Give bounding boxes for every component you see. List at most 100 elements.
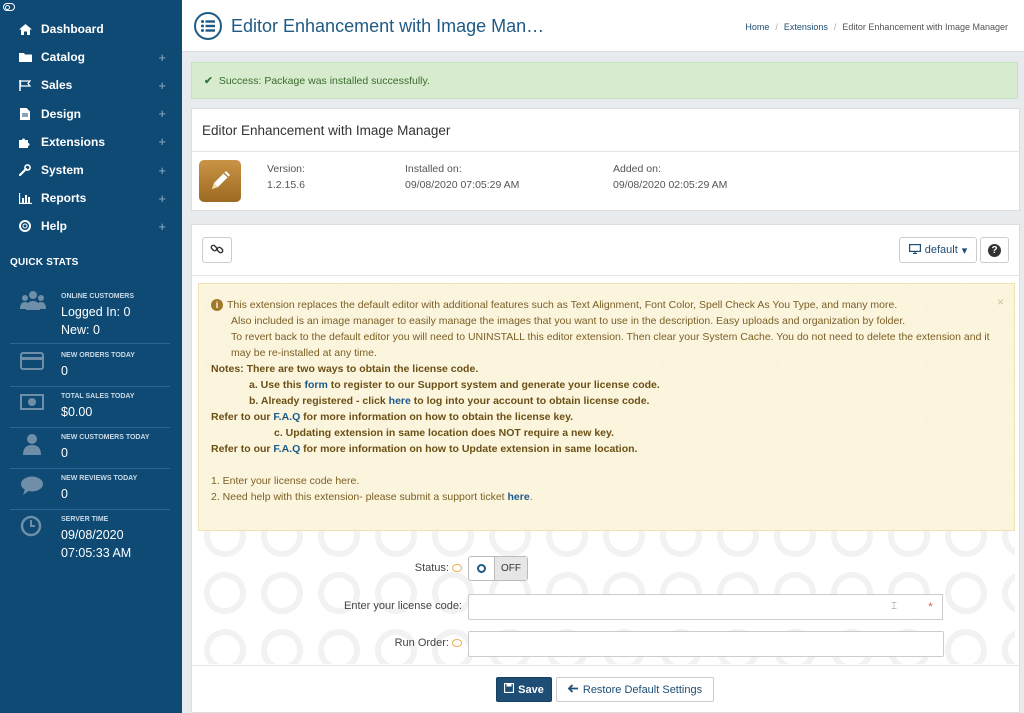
- breadcrumb-separator: /: [775, 22, 778, 32]
- help-button[interactable]: ?: [980, 237, 1009, 263]
- installed-value: 09/08/2020 07:05:29 AM: [405, 179, 520, 191]
- comment-icon: [20, 476, 44, 500]
- status-toggle[interactable]: OFF: [468, 556, 528, 581]
- expand-icon[interactable]: +: [158, 219, 166, 234]
- version-block: Version: 1.2.15.6: [267, 161, 305, 193]
- lifebuoy-icon: [18, 220, 32, 233]
- faq-link[interactable]: F.A.Q: [273, 411, 300, 423]
- user-icon: [20, 433, 44, 457]
- bar-chart-icon: [18, 192, 32, 204]
- stat-online-customers: ONLINE CUSTOMERS Logged In: 0 New: 0: [10, 284, 170, 344]
- note-text: b. Already registered - click: [249, 395, 389, 407]
- success-alert: ✔ Success: Package was installed success…: [191, 62, 1018, 99]
- settings-panel: default ▾ ? × i This extension replaces t…: [191, 224, 1020, 713]
- users-icon: [20, 290, 46, 314]
- note-text: for more information on how to Update ex…: [300, 443, 638, 455]
- sidebar-item-label: Reports: [41, 191, 87, 206]
- sidebar-item-help[interactable]: Help +: [0, 212, 182, 240]
- sidebar-item-label: Help: [41, 219, 68, 234]
- sidebar-item-label: Design: [41, 106, 82, 121]
- login-here-link[interactable]: here: [389, 395, 411, 407]
- note-text: Refer to our: [211, 411, 274, 423]
- clock-icon: [20, 515, 44, 539]
- breadcrumb-home[interactable]: Home: [745, 22, 769, 32]
- step-2: 2. Need help with this extension- please…: [211, 489, 1004, 505]
- sidebar-item-catalog[interactable]: Catalog +: [0, 43, 182, 71]
- expand-icon[interactable]: +: [158, 78, 166, 93]
- link-button[interactable]: [202, 237, 232, 263]
- run-order-label: Run Order:: [342, 637, 462, 649]
- stat-value: $0.00: [61, 405, 93, 419]
- note-text: for more information on how to obtain th…: [300, 411, 574, 423]
- circle-icon: [477, 564, 486, 573]
- stat-value: 09/08/2020: [61, 528, 124, 542]
- info-alert: × i This extension replaces the default e…: [198, 283, 1015, 531]
- profile-dropdown-button[interactable]: default ▾: [899, 237, 977, 263]
- stat-label: NEW ORDERS TODAY: [61, 352, 135, 359]
- stat-new-reviews: NEW REVIEWS TODAY 0: [10, 469, 170, 510]
- expand-icon[interactable]: +: [158, 191, 166, 206]
- breadcrumb-extensions[interactable]: Extensions: [784, 22, 828, 32]
- stat-label: NEW CUSTOMERS TODAY: [61, 434, 150, 441]
- sidebar-item-label: System: [41, 163, 84, 178]
- sidebar-toggle-icon[interactable]: [3, 3, 15, 11]
- sidebar-nav: Dashboard Catalog + Sales + Design + Ext…: [0, 15, 182, 241]
- note-text: to log into your account to obtain licen…: [410, 395, 650, 407]
- pencil-icon: [199, 160, 241, 202]
- note-a: a. Use this form to register to our Supp…: [211, 377, 1004, 393]
- monitor-icon: [908, 243, 921, 257]
- breadcrumb-current[interactable]: Editor Enhancement with Image Manager: [842, 22, 1008, 32]
- save-button[interactable]: Save: [496, 677, 552, 702]
- flag-icon: [18, 79, 32, 91]
- comment-icon[interactable]: [452, 564, 462, 573]
- check-icon: ✔: [204, 74, 213, 87]
- divider: [192, 151, 1019, 152]
- sidebar-item-extensions[interactable]: Extensions +: [0, 128, 182, 156]
- sidebar-item-label: Sales: [41, 78, 73, 93]
- sidebar-item-dashboard[interactable]: Dashboard: [0, 15, 182, 43]
- close-icon[interactable]: ×: [997, 294, 1004, 310]
- note-text: c. Updating extension in same location d…: [274, 427, 614, 439]
- step-text: .: [529, 491, 533, 503]
- expand-icon[interactable]: +: [158, 106, 166, 121]
- arrow-left-icon: [567, 683, 578, 696]
- comment-icon[interactable]: [452, 639, 462, 648]
- status-value[interactable]: OFF: [494, 557, 527, 580]
- page-header: Editor Enhancement with Image Man… Home …: [182, 0, 1024, 52]
- run-order-input[interactable]: [468, 631, 944, 657]
- sidebar-item-label: Extensions: [41, 134, 106, 149]
- sidebar-item-system[interactable]: System +: [0, 156, 182, 184]
- step-1: 1. Enter your license code here.: [211, 475, 360, 487]
- added-value: 09/08/2020 02:05:29 AM: [613, 179, 728, 191]
- link-icon: [210, 242, 224, 259]
- breadcrumb: Home / Extensions / Editor Enhancement w…: [745, 22, 1008, 32]
- caret-down-icon: ▾: [961, 244, 968, 257]
- info-text: This extension replaces the default edit…: [227, 299, 898, 311]
- stat-new-orders: NEW ORDERS TODAY 0: [10, 346, 170, 387]
- breadcrumb-separator: /: [833, 22, 837, 32]
- info-icon: i: [211, 299, 223, 311]
- expand-icon[interactable]: +: [158, 50, 166, 65]
- sidebar-item-design[interactable]: Design +: [0, 100, 182, 128]
- sidebar-item-reports[interactable]: Reports +: [0, 184, 182, 212]
- sidebar: Dashboard Catalog + Sales + Design + Ext…: [0, 0, 182, 713]
- credit-card-icon: [20, 352, 44, 376]
- expand-icon[interactable]: +: [158, 163, 166, 178]
- restore-defaults-button[interactable]: Restore Default Settings: [556, 677, 714, 702]
- extension-info-panel: Editor Enhancement with Image Manager Ve…: [191, 108, 1020, 211]
- toggle-knob[interactable]: [469, 557, 494, 580]
- support-ticket-link[interactable]: here: [508, 491, 530, 503]
- folder-icon: [18, 51, 32, 63]
- home-icon: [18, 23, 32, 35]
- divider: [192, 275, 1019, 276]
- license-code-input[interactable]: ⌶: [468, 594, 920, 620]
- note-c: c. Updating extension in same location d…: [211, 425, 1004, 441]
- expand-icon[interactable]: +: [158, 134, 166, 149]
- form-link[interactable]: form: [304, 379, 327, 391]
- profile-dropdown-label: default: [924, 244, 958, 256]
- sidebar-item-sales[interactable]: Sales +: [0, 71, 182, 99]
- stat-new-customers: NEW CUSTOMERS TODAY 0: [10, 428, 170, 469]
- faq-link[interactable]: F.A.Q: [273, 443, 300, 455]
- cursor-icon: ⌶: [891, 601, 897, 612]
- wrench-icon: [18, 164, 32, 177]
